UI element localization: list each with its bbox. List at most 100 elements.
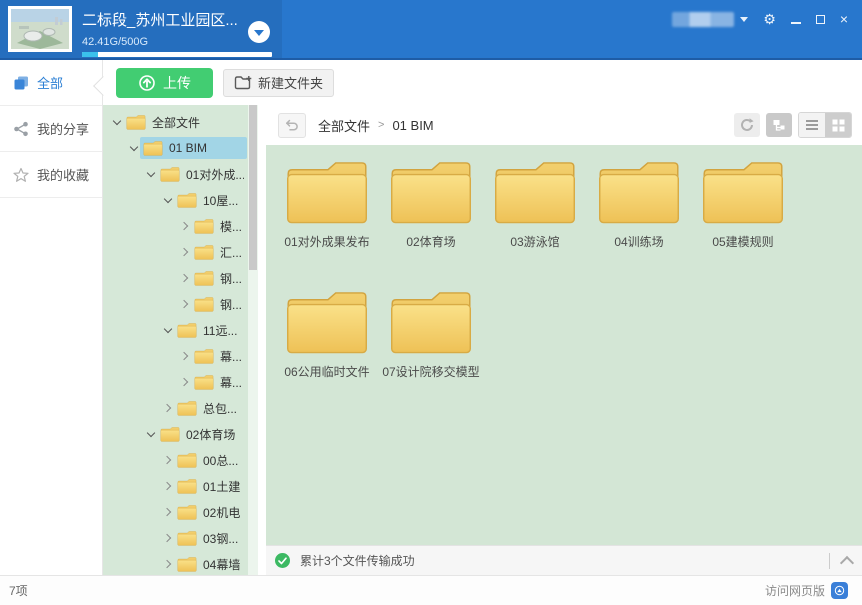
project-thumbnail[interactable]	[8, 6, 72, 52]
tree-toggle-arrow-icon[interactable]	[144, 172, 157, 176]
tree-item[interactable]: 全部文件	[103, 109, 247, 135]
folder-item[interactable]: 01对外成果发布	[275, 161, 379, 265]
folder-item[interactable]: 05建模规则	[691, 161, 795, 265]
tree-toggle-arrow-icon[interactable]	[161, 483, 174, 489]
tree-item[interactable]: 幕...	[103, 369, 247, 395]
tree-toggle-arrow-icon[interactable]	[178, 379, 191, 385]
item-count: 7项	[9, 582, 765, 599]
tree-toggle-arrow-icon[interactable]	[178, 301, 191, 307]
tree-item[interactable]: 02机电	[103, 499, 247, 525]
view-list-button[interactable]	[799, 113, 825, 137]
tree-toggle-arrow-icon[interactable]	[161, 561, 174, 567]
chevron-up-icon[interactable]	[840, 555, 854, 569]
folder-icon	[143, 141, 163, 156]
tree-toggle-arrow-icon[interactable]	[161, 198, 174, 202]
project-switcher-button[interactable]	[248, 21, 270, 43]
folder-item[interactable]: 06公用临时文件	[275, 291, 379, 395]
folder-name: 04训练场	[614, 233, 663, 250]
folder-item[interactable]: 04训练场	[587, 161, 691, 265]
tree-item[interactable]: 01对外成...	[103, 161, 247, 187]
open-web-version-link[interactable]: 访问网页版	[765, 582, 848, 599]
tree-toggle-arrow-icon[interactable]	[161, 328, 174, 332]
tree-item-body[interactable]: 02机电	[174, 501, 247, 523]
user-account[interactable]	[672, 12, 748, 27]
tree-item[interactable]: 01 BIM	[103, 135, 247, 161]
sidebar-item-my-favorites[interactable]: 我的收藏	[0, 152, 102, 198]
tree-item-body[interactable]: 03钢...	[174, 527, 247, 549]
tree-item[interactable]: 钢...	[103, 265, 247, 291]
tree-item-body[interactable]: 00总...	[174, 449, 247, 471]
sidebar-item-all[interactable]: 全部	[0, 60, 102, 106]
tree-toggle-arrow-icon[interactable]	[161, 405, 174, 411]
folder-name: 01对外成果发布	[284, 233, 369, 250]
folder-item[interactable]: 02体育场	[379, 161, 483, 265]
folder-name: 06公用临时文件	[284, 363, 369, 380]
tree-item[interactable]: 04幕墙	[103, 551, 247, 575]
tree-toggle-arrow-icon[interactable]	[178, 275, 191, 281]
tree-toggle-arrow-icon[interactable]	[178, 249, 191, 255]
folder-item[interactable]: 07设计院移交模型	[379, 291, 483, 395]
breadcrumb-item-root[interactable]: 全部文件	[318, 116, 370, 135]
breadcrumb-separator: >	[378, 119, 384, 131]
tree-item[interactable]: 11远...	[103, 317, 247, 343]
tree-item[interactable]: 10屋...	[103, 187, 247, 213]
folder-item[interactable]: 03游泳馆	[483, 161, 587, 265]
folder-icon	[284, 161, 370, 225]
tree-toggle-arrow-icon[interactable]	[161, 535, 174, 541]
tree-item-body[interactable]: 01 BIM	[140, 137, 247, 159]
view-grid-button[interactable]	[825, 113, 851, 137]
new-folder-button[interactable]: 新建文件夹	[223, 69, 334, 97]
tree-item[interactable]: 模...	[103, 213, 247, 239]
tree-item-body[interactable]: 模...	[191, 215, 247, 237]
tree-item[interactable]: 幕...	[103, 343, 247, 369]
tree-item-body[interactable]: 钢...	[191, 267, 247, 289]
maximize-button[interactable]	[816, 15, 825, 24]
tree-item[interactable]: 总包...	[103, 395, 247, 421]
tree-item-body[interactable]: 幕...	[191, 345, 247, 367]
refresh-button[interactable]	[734, 113, 760, 137]
sidebar-item-my-shares[interactable]: 我的分享	[0, 106, 102, 152]
tree-item-body[interactable]: 04幕墙	[174, 553, 247, 575]
tree-item[interactable]: 00总...	[103, 447, 247, 473]
chevron-down-icon	[740, 17, 748, 22]
tree-item-body[interactable]: 钢...	[191, 293, 247, 315]
tree-item-body[interactable]: 11远...	[174, 319, 247, 341]
tree-scrollbar-thumb[interactable]	[249, 105, 257, 270]
tree-item-body[interactable]: 全部文件	[123, 111, 247, 133]
tree-toggle-arrow-icon[interactable]	[161, 509, 174, 515]
tree-item-body[interactable]: 10屋...	[174, 189, 247, 211]
upload-button[interactable]: 上传	[116, 68, 213, 98]
tree-toggle-arrow-icon[interactable]	[178, 223, 191, 229]
sort-structure-button[interactable]	[766, 113, 792, 137]
close-button[interactable]: ×	[840, 11, 848, 27]
folder-tree[interactable]: 全部文件 01 BIM 01对外成... 10屋... 模... 汇...	[103, 105, 258, 575]
minimize-button[interactable]	[791, 22, 801, 24]
project-meta: 二标段_苏州工业园区... 42.41G/500G	[82, 9, 252, 57]
tree-toggle-arrow-icon[interactable]	[178, 353, 191, 359]
folder-name: 03游泳馆	[510, 233, 559, 250]
tree-toggle-arrow-icon[interactable]	[127, 146, 140, 150]
back-button[interactable]	[278, 113, 306, 138]
tree-item-body[interactable]: 幕...	[191, 371, 247, 393]
tree-item[interactable]: 汇...	[103, 239, 247, 265]
tree-item-body[interactable]: 总包...	[174, 397, 247, 419]
settings-button[interactable]: ⚙	[763, 11, 776, 27]
tree-toggle-arrow-icon[interactable]	[161, 457, 174, 463]
tree-item[interactable]: 02体育场	[103, 421, 247, 447]
tree-item[interactable]: 钢...	[103, 291, 247, 317]
breadcrumb-item-current[interactable]: 01 BIM	[392, 118, 433, 133]
tree-toggle-arrow-icon[interactable]	[110, 120, 123, 124]
folder-icon	[194, 297, 214, 312]
circle-arrow-up-icon	[138, 74, 156, 92]
tree-item-body[interactable]: 01土建	[174, 475, 247, 497]
tree-item[interactable]: 03钢...	[103, 525, 247, 551]
undo-arrow-icon	[285, 119, 299, 132]
tree-item-body[interactable]: 汇...	[191, 241, 247, 263]
tree-scrollbar[interactable]	[248, 105, 258, 575]
tree-toggle-arrow-icon[interactable]	[144, 432, 157, 436]
folder-grid[interactable]: 01对外成果发布 02体育场 03游泳馆 04训练场 05建模规则 06公用临时…	[266, 145, 862, 545]
folder-icon	[177, 557, 197, 572]
tree-item[interactable]: 01土建	[103, 473, 247, 499]
tree-item-body[interactable]: 02体育场	[157, 423, 247, 445]
tree-item-body[interactable]: 01对外成...	[157, 163, 247, 185]
